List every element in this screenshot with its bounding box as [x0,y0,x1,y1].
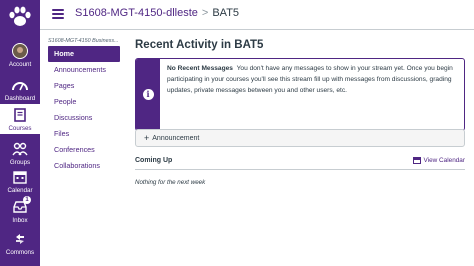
calendar-icon [11,168,29,186]
global-nav-label: Groups [9,159,31,166]
page-title: Recent Activity in BAT5 [135,39,264,51]
global-nav-courses[interactable]: Courses [0,104,40,134]
inbox-badge: 1 [23,196,31,204]
no-messages-alert: i No Recent Messages You don't have any … [135,58,465,131]
course-nav-files[interactable]: Files [48,126,120,142]
course-nav-collaborations[interactable]: Collaborations [48,158,120,174]
course-nav-pages[interactable]: Pages [48,78,120,94]
course-nav-announcements[interactable]: Announcements [48,62,120,78]
global-nav-calendar[interactable]: Calendar [0,168,40,194]
avatar [12,43,28,59]
coming-up-empty: Nothing for the next week [135,179,206,186]
hamburger-menu-icon[interactable] [52,9,64,19]
global-nav-dashboard[interactable]: Dashboard [0,76,40,102]
alert-side: i [136,59,160,130]
global-nav-label: Inbox [12,217,28,224]
calendar-icon [412,157,421,164]
commons-icon [11,230,29,248]
breadcrumb-course-link[interactable]: S1608-MGT-4150-dlleste [75,7,198,19]
course-nav-title: S1608-MGT-4150 Business... [48,38,119,44]
global-nav-inbox[interactable]: 1 Inbox [0,196,40,224]
breadcrumb-separator: > [201,7,209,19]
add-announcement-button[interactable]: + Announcement [135,129,465,147]
plus-icon: + [144,132,150,143]
courses-icon [11,106,29,124]
paw-logo-icon[interactable] [4,4,36,30]
global-nav-label: Courses [8,124,32,132]
page-header: S1608-MGT-4150-dlleste > BAT5 [40,0,474,30]
global-nav-account[interactable]: Account [0,42,40,68]
global-nav-label: Calendar [7,187,33,194]
global-nav-groups[interactable]: Groups [0,140,40,166]
global-nav: Account Dashboard Courses Groups Calenda… [0,0,40,266]
course-nav-discussions[interactable]: Discussions [48,110,120,126]
breadcrumb-current: BAT5 [212,7,240,19]
course-nav-home[interactable]: Home [48,46,120,62]
course-nav-conferences[interactable]: Conferences [48,142,120,158]
global-nav-label: Dashboard [4,95,36,102]
view-calendar-link[interactable]: View Calendar [412,157,465,164]
alert-text: No Recent Messages You don't have any me… [167,64,462,96]
add-announcement-label: Announcement [152,134,200,142]
global-nav-label: Account [8,61,32,68]
alert-heading: No Recent Messages [167,65,233,72]
course-nav: S1608-MGT-4150 Business... Home Announce… [48,38,120,174]
global-nav-commons[interactable]: Commons [0,230,40,256]
course-nav-people[interactable]: People [48,94,120,110]
dashboard-icon [11,76,29,94]
info-icon: i [142,89,154,100]
coming-up-header: Coming Up View Calendar [135,155,465,170]
coming-up-title: Coming Up [135,157,173,164]
breadcrumb: S1608-MGT-4150-dlleste > BAT5 [75,7,239,19]
groups-icon [11,140,29,158]
view-calendar-label: View Calendar [423,157,465,164]
global-nav-label: Commons [5,249,35,256]
